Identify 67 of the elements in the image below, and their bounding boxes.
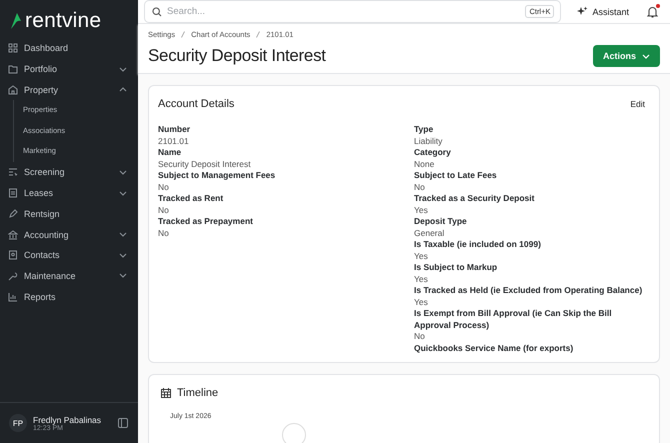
nav-item[interactable]: Portfolio [0,58,138,80]
page-title: Security Deposit Interest [148,46,326,66]
bell-icon[interactable] [647,6,658,18]
calendar-icon [161,388,171,398]
nav-item[interactable]: Maintenance [0,266,138,286]
edit-button[interactable]: Edit [625,99,650,109]
field-label: Subject to Management Fees [158,170,276,182]
field-value: No [414,182,426,193]
field-label: Tracked as a Security Deposit [414,193,536,204]
nav-item[interactable]: Leases [0,182,138,204]
actions-button[interactable]: Actions [592,45,660,67]
user-avatar: FP [9,414,27,432]
card-title: Timeline [177,387,218,399]
field-value: Yes [414,204,429,216]
field-value: No [414,331,426,342]
field-value: No [158,182,170,193]
collapse-sidebar-icon[interactable] [118,418,128,428]
field-label: Is Tracked as Held (ie Excluded from Operating Balance) [414,285,644,296]
field-label: Is Exempt from Bill Approval (ie Can Skip the Bill Approval Process) [414,308,613,331]
card-title: Account Details [158,98,234,110]
doc-icon [8,188,18,198]
field-value: Yes [414,296,429,308]
field-value: Yes [414,250,429,262]
field-value: No [158,204,170,216]
field-label: Type [414,124,434,136]
field-value: No [158,228,170,239]
folder-icon [8,64,18,74]
field-label: Tracked as Rent [158,193,224,204]
field-label: Subject to Late Fees [414,170,498,182]
field-label: Number [158,124,192,136]
field-label: Deposit Type [414,216,468,228]
field-label: Is Taxable (ie included on 1099) [414,239,542,250]
field-value: None [414,158,436,170]
field-value: Liability [414,136,444,147]
brand-name: rentvine [25,9,102,33]
leaf-logo-icon [10,12,22,30]
nav-item[interactable]: Screening [0,162,138,183]
field-label: Is Subject to Markup [414,262,498,274]
chart-icon [8,292,18,302]
nav-item[interactable]: Dashboard [0,38,138,59]
search-input[interactable]: Search... [167,6,520,17]
list-icon [8,167,18,178]
contact-icon [8,250,18,260]
field-label: Name [158,147,182,158]
user-name: Fredlyn Pabalinas [33,414,102,424]
breadcrumb-separator-icon [256,31,260,38]
breadcrumb-separator-icon [181,31,186,38]
field-value: Security Deposit Interest [158,158,252,170]
field-label: Quickbooks Service Name (for exports) [414,342,574,354]
nav-item[interactable]: Accounting [0,224,138,245]
search-icon [152,6,162,16]
building-icon [8,84,18,95]
pen-icon [8,208,18,219]
field-value: Yes [414,274,429,285]
nav-item[interactable]: Rentsign [0,204,138,224]
field-label: Category [414,147,452,158]
field-label: Tracked as Prepayment [158,216,254,228]
grid-icon [8,43,18,54]
chevron-icon [642,54,650,58]
field-value: 2101.01 [158,136,190,147]
nav-item[interactable]: Property [0,79,138,100]
field-value: General [414,228,446,239]
bank-icon [8,230,18,240]
sparkle-icon [577,6,588,17]
nav-item[interactable]: Contacts [0,244,138,266]
assistant-button[interactable]: Assistant [573,4,633,19]
nav-item[interactable]: Reports [0,286,138,307]
